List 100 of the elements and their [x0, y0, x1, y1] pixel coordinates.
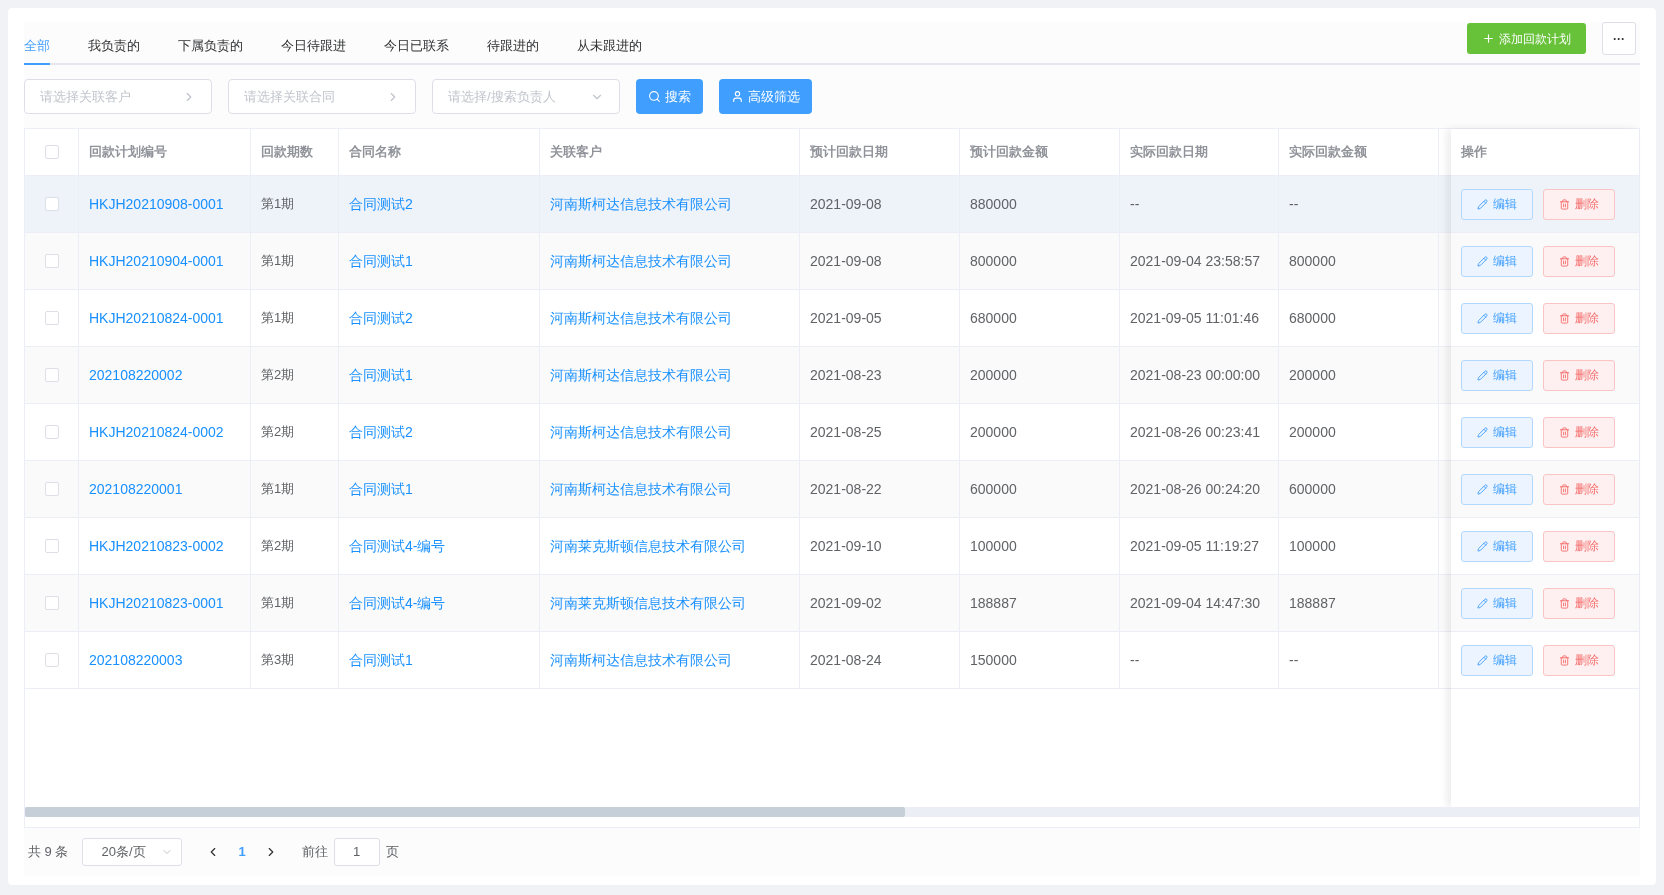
- column-header: 实际回款日期: [1130, 143, 1208, 162]
- table-link[interactable]: HKJH20210904-0001: [89, 250, 224, 272]
- table-cell-text: 第2期: [261, 366, 295, 385]
- delete-button[interactable]: 删除: [1543, 473, 1615, 505]
- search-button[interactable]: 搜索: [636, 79, 703, 114]
- table-link[interactable]: 河南斯柯达信息技术有限公司: [550, 364, 732, 386]
- table-link[interactable]: 河南莱克斯顿信息技术有限公司: [550, 592, 746, 614]
- table-link[interactable]: 河南斯柯达信息技术有限公司: [550, 649, 732, 671]
- edit-button[interactable]: 编辑: [1461, 302, 1533, 334]
- table-link[interactable]: HKJH20210823-0002: [89, 535, 224, 557]
- row-checkbox[interactable]: [44, 197, 59, 211]
- table-link[interactable]: 合同测试2: [349, 307, 413, 329]
- goto-label: 前往: [301, 843, 328, 862]
- delete-button[interactable]: 删除: [1543, 416, 1615, 448]
- pencil-icon: [1477, 654, 1488, 666]
- tab[interactable]: 待跟进的: [487, 29, 539, 65]
- table-cell-text: --: [1130, 650, 1140, 670]
- table-link[interactable]: 河南斯柯达信息技术有限公司: [550, 421, 732, 443]
- table-cell-text: 2021-08-23: [810, 365, 882, 385]
- table-cell-text: 800000: [1289, 251, 1336, 271]
- row-checkbox[interactable]: [44, 539, 59, 553]
- trash-icon: [1559, 198, 1570, 210]
- row-checkbox[interactable]: [44, 653, 59, 667]
- table-link[interactable]: 河南斯柯达信息技术有限公司: [550, 307, 732, 329]
- table-cell-text: 第1期: [261, 252, 295, 271]
- table-link[interactable]: 合同测试4-编号: [349, 592, 446, 614]
- table-link[interactable]: 合同测试1: [349, 364, 413, 386]
- tab[interactable]: 全部: [24, 29, 50, 65]
- edit-button[interactable]: 编辑: [1461, 245, 1533, 277]
- page-number[interactable]: 1: [238, 842, 246, 862]
- table-link[interactable]: 合同测试1: [349, 478, 413, 500]
- delete-button[interactable]: 删除: [1543, 359, 1615, 391]
- table-link[interactable]: HKJH20210824-0002: [89, 421, 224, 443]
- table-cell-text: --: [1289, 650, 1299, 670]
- delete-button[interactable]: 删除: [1543, 188, 1615, 220]
- pencil-icon: [1477, 597, 1488, 609]
- table-link[interactable]: 合同测试2: [349, 193, 413, 215]
- filter-field[interactable]: 请选择关联合同: [228, 79, 416, 114]
- table-link[interactable]: 202108220003: [89, 649, 183, 671]
- filter-field[interactable]: 请选择关联客户: [24, 79, 212, 114]
- table-cell-text: 第1期: [261, 480, 295, 499]
- table-link[interactable]: 河南斯柯达信息技术有限公司: [550, 193, 732, 215]
- table-cell-text: 2021-09-02: [810, 593, 882, 613]
- row-checkbox[interactable]: [44, 368, 59, 382]
- table-link[interactable]: 合同测试1: [349, 250, 413, 272]
- edit-button[interactable]: 编辑: [1461, 644, 1533, 676]
- table-link[interactable]: 202108220002: [89, 364, 183, 386]
- table-cell-text: 2021-09-08: [810, 194, 882, 214]
- tab[interactable]: 今日待跟进: [281, 29, 346, 65]
- table-link[interactable]: 合同测试1: [349, 649, 413, 671]
- trash-icon: [1559, 369, 1570, 381]
- delete-button[interactable]: 删除: [1543, 644, 1615, 676]
- edit-button[interactable]: 编辑: [1461, 587, 1533, 619]
- column-header: 合同名称: [349, 143, 401, 162]
- table-link[interactable]: HKJH20210824-0001: [89, 307, 224, 329]
- page-input[interactable]: 1: [333, 838, 380, 866]
- table-link[interactable]: 河南斯柯达信息技术有限公司: [550, 478, 732, 500]
- edit-button[interactable]: 编辑: [1461, 530, 1533, 562]
- table-cell-text: 600000: [970, 479, 1017, 499]
- edit-button[interactable]: 编辑: [1461, 473, 1533, 505]
- row-checkbox[interactable]: [44, 311, 59, 325]
- edit-button[interactable]: 编辑: [1461, 416, 1533, 448]
- table-link[interactable]: 合同测试2: [349, 421, 413, 443]
- delete-button[interactable]: 删除: [1543, 530, 1615, 562]
- table-link[interactable]: 202108220001: [89, 478, 183, 500]
- select-all-checkbox[interactable]: [44, 145, 59, 159]
- row-checkbox[interactable]: [44, 425, 59, 439]
- scrollbar-thumb[interactable]: [25, 807, 905, 817]
- tab[interactable]: 今日已联系: [384, 29, 449, 65]
- delete-button[interactable]: 删除: [1543, 587, 1615, 619]
- add-plan-button[interactable]: 添加回款计划: [1467, 23, 1586, 54]
- edit-button[interactable]: 编辑: [1461, 359, 1533, 391]
- table-link[interactable]: 合同测试4-编号: [349, 535, 446, 557]
- delete-button[interactable]: 删除: [1543, 302, 1615, 334]
- table-cell-text: 680000: [970, 308, 1017, 328]
- trash-icon: [1559, 540, 1570, 552]
- table-link[interactable]: HKJH20210908-0001: [89, 193, 224, 215]
- pencil-icon: [1477, 426, 1488, 438]
- pencil-icon: [1477, 483, 1488, 495]
- table-cell-text: 第1期: [261, 309, 295, 328]
- table-link[interactable]: 河南莱克斯顿信息技术有限公司: [550, 535, 746, 557]
- page-size-select[interactable]: 20条/页: [82, 838, 183, 866]
- delete-button[interactable]: 删除: [1543, 245, 1615, 277]
- table-link[interactable]: 河南斯柯达信息技术有限公司: [550, 250, 732, 272]
- row-checkbox[interactable]: [44, 596, 59, 610]
- tab[interactable]: 从未跟进的: [577, 29, 642, 65]
- column-header: 实际回款金额: [1289, 143, 1367, 162]
- more-button[interactable]: ···: [1602, 22, 1636, 55]
- table-cell-text: 200000: [1289, 365, 1336, 385]
- advanced-filter-button[interactable]: 高级筛选: [719, 79, 812, 114]
- table-cell-text: 第1期: [261, 594, 295, 613]
- row-checkbox[interactable]: [44, 482, 59, 496]
- table-cell-text: --: [1130, 194, 1140, 214]
- table-cell-text: 100000: [1289, 536, 1336, 556]
- tab[interactable]: 下属负责的: [178, 29, 243, 65]
- table-link[interactable]: HKJH20210823-0001: [89, 592, 224, 614]
- edit-button[interactable]: 编辑: [1461, 188, 1533, 220]
- filter-field[interactable]: 请选择/搜索负责人: [432, 79, 620, 114]
- row-checkbox[interactable]: [44, 254, 59, 268]
- tab[interactable]: 我负责的: [88, 29, 140, 65]
